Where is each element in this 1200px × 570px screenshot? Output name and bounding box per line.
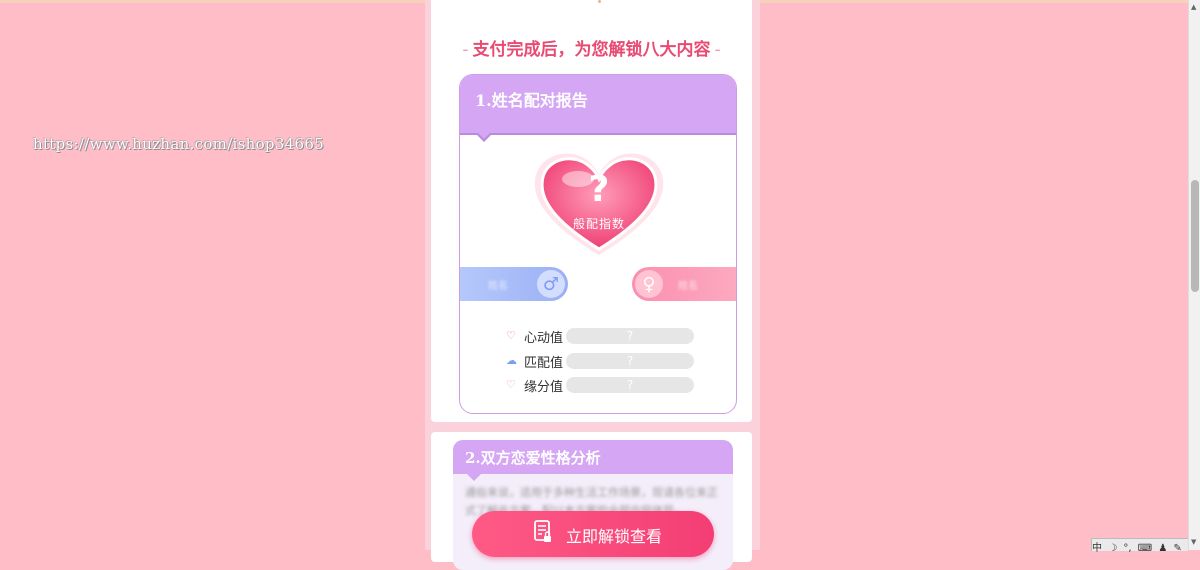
value-bar: ? <box>566 328 694 344</box>
male-icon: ♂ <box>537 270 565 298</box>
scroll-down-arrow-icon[interactable]: ▼ <box>1191 538 1196 546</box>
ime-user-icon[interactable]: ♟ <box>1158 543 1167 554</box>
fate-value-row: ♡ 缘分值 ? <box>506 376 696 395</box>
top-dot <box>598 0 601 3</box>
scrollbar-thumb[interactable] <box>1191 180 1199 292</box>
heartbeat-value-row: ♡ 心动值 ? <box>506 327 696 346</box>
report-title: 2.双方恋爱性格分析 <box>465 449 601 467</box>
ime-toolbar: 中 ☽ °, ⌨ ♟ ✎ <box>1091 538 1188 554</box>
unlock-content-card: - 支付完成后，为您解锁八大内容 - 1.姓名配对报告 ? 般配指数 姓名 ♂ … <box>431 0 752 422</box>
match-index-label: 般配指数 <box>572 217 625 231</box>
value-bar: ? <box>566 353 694 369</box>
section-title: - 支付完成后，为您解锁八大内容 - <box>462 40 721 60</box>
cloud-icon: ☁ <box>506 354 517 367</box>
heart-icon: ♡ <box>506 329 516 342</box>
match-value-row: ☁ 匹配值 ? <box>506 352 696 371</box>
male-name-pill: 姓名 ♂ <box>460 267 568 301</box>
report-title: 1.姓名配对报告 <box>475 91 588 110</box>
male-name: 姓名 <box>488 281 508 292</box>
match-index-heart: ? 般配指数 <box>526 143 672 263</box>
vertical-scrollbar[interactable]: ▲ ▼ <box>1188 0 1200 550</box>
unlock-button-label: 立即解锁查看 <box>566 527 663 546</box>
unlock-button[interactable]: 立即解锁查看 <box>472 511 714 557</box>
ime-mode-icon[interactable]: 中 <box>1092 539 1102 554</box>
ime-punct-icon[interactable]: °, <box>1123 543 1131 554</box>
heart-outline-icon: ♡ <box>506 378 516 391</box>
watermark-text: https://www.huzhan.com/ishop34665 <box>33 135 325 153</box>
ime-settings-icon[interactable]: ✎ <box>1174 543 1182 554</box>
match-index-value: ? <box>588 169 610 210</box>
scroll-up-arrow-icon[interactable]: ▲ <box>1191 3 1196 11</box>
ime-keyboard-icon[interactable]: ⌨ <box>1138 543 1152 554</box>
name-match-report-box: 1.姓名配对报告 ? 般配指数 姓名 ♂ ♀ 姓名 ♡ 心动值 ? ☁ 匹配值 … <box>459 74 737 414</box>
value-bar: ? <box>566 377 694 393</box>
ime-moon-icon[interactable]: ☽ <box>1108 543 1117 554</box>
document-lock-icon <box>534 520 551 542</box>
female-name-pill: ♀ 姓名 <box>632 267 736 301</box>
section-title-text: 支付完成后，为您解锁八大内容 <box>472 40 711 60</box>
female-name: 姓名 <box>678 281 698 292</box>
female-icon: ♀ <box>635 270 663 298</box>
